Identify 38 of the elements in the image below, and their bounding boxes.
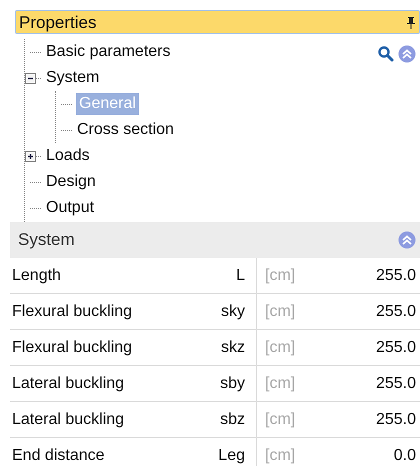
collapse-toggle-icon[interactable] [25, 72, 36, 84]
property-value[interactable]: 255.0 [376, 372, 416, 396]
property-value[interactable]: 255.0 [376, 264, 416, 288]
property-name: Lateral buckling [12, 410, 124, 430]
collapse-icon[interactable] [398, 231, 416, 249]
property-symbol: L [236, 266, 245, 286]
property-name: Flexural buckling [12, 302, 132, 322]
property-value[interactable]: 255.0 [376, 300, 416, 324]
property-name: End distance [12, 446, 105, 466]
tree-item[interactable]: Loads [45, 145, 91, 167]
property-value[interactable]: 255.0 [376, 336, 416, 360]
property-name: Lateral buckling [12, 374, 124, 394]
collapse-icon[interactable] [398, 45, 416, 63]
property-name: Flexural buckling [12, 338, 132, 358]
property-symbol: Leg [218, 446, 245, 466]
property-unit: [cm] [265, 374, 296, 394]
property-unit: [cm] [265, 446, 296, 466]
expand-toggle-icon[interactable] [25, 150, 36, 162]
property-unit: [cm] [265, 338, 296, 358]
tree-item[interactable]: Basic parameters [45, 41, 172, 63]
tree-item[interactable]: System [45, 67, 100, 89]
section-title: System [18, 229, 75, 252]
property-name: Length [12, 266, 61, 286]
property-symbol: sky [221, 302, 245, 322]
property-symbol: sbz [220, 410, 245, 430]
property-value[interactable]: 0.0 [394, 444, 416, 466]
property-unit: [cm] [265, 266, 296, 286]
property-symbol: sby [220, 374, 245, 394]
property-value[interactable]: 255.0 [376, 408, 416, 432]
panel-title: Properties [19, 14, 96, 30]
property-unit: [cm] [265, 410, 296, 430]
tree-item[interactable]: Design [45, 171, 97, 193]
tree-item[interactable]: Output [45, 197, 96, 219]
property-unit: [cm] [265, 302, 296, 322]
search-icon[interactable] [377, 45, 394, 62]
tree-item[interactable]: Cross section [76, 119, 175, 141]
pin-icon[interactable] [406, 16, 416, 28]
property-symbol: skz [221, 338, 245, 358]
